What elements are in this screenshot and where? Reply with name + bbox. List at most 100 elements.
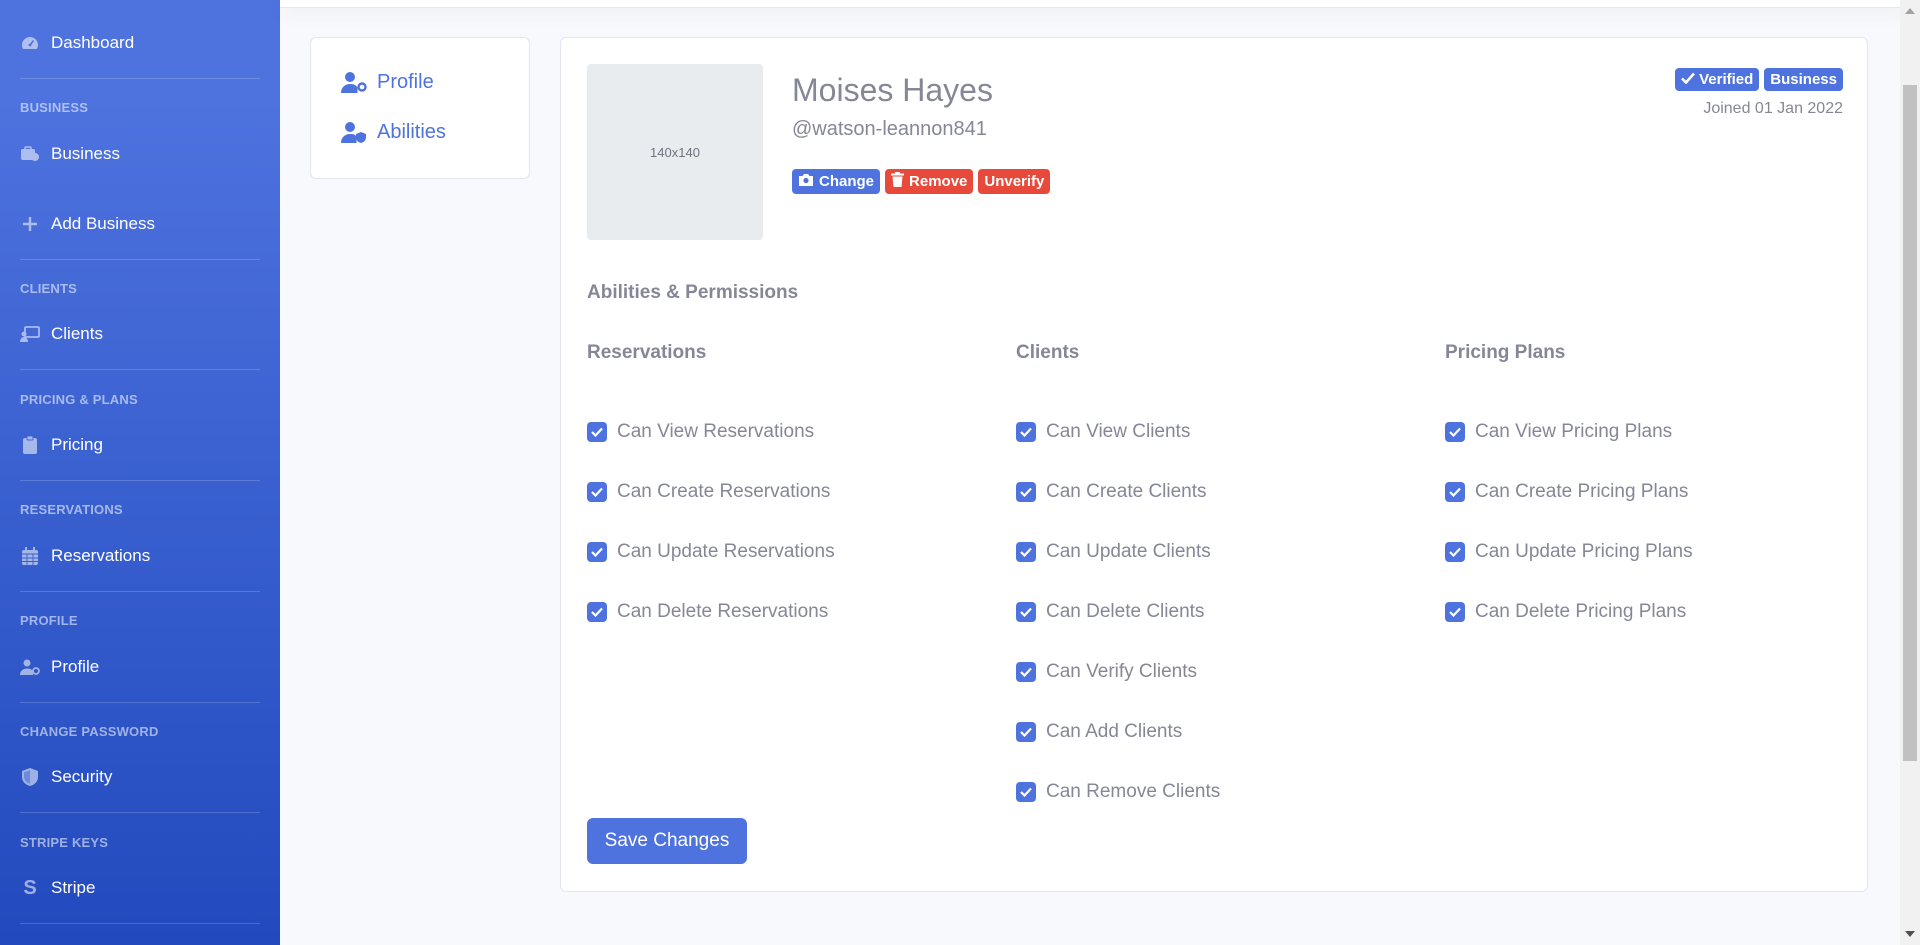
- permission-checkbox-row[interactable]: Can Update Reservations: [587, 522, 987, 582]
- sidebar-heading-reservations: RESERVATIONS: [20, 502, 123, 517]
- verified-badge: Verified: [1675, 68, 1760, 91]
- sidebar-heading-business: BUSINESS: [20, 100, 89, 115]
- verified-badge-label: Verified: [1699, 71, 1754, 88]
- permission-label: Can Delete Clients: [1046, 601, 1205, 622]
- checkbox-checked[interactable]: [1016, 722, 1036, 742]
- scrollbar[interactable]: [1900, 0, 1920, 945]
- sidebar-item-label: Profile: [51, 657, 100, 676]
- checkbox-checked[interactable]: [587, 602, 607, 622]
- tachometer-icon: [20, 33, 40, 53]
- avatar: 140x140: [587, 64, 763, 240]
- permission-checkbox-row[interactable]: Can View Reservations: [587, 402, 987, 462]
- change-photo-button[interactable]: Change: [792, 169, 881, 194]
- checkbox-checked[interactable]: [1016, 662, 1036, 682]
- divider: [20, 702, 260, 703]
- avatar-actions: Change Remove Unverify: [792, 169, 1051, 194]
- checkbox-checked[interactable]: [587, 422, 607, 442]
- sidebar-item-stripe[interactable]: S Stripe: [20, 877, 95, 899]
- divider: [20, 369, 260, 370]
- divider: [20, 480, 260, 481]
- sidebar-heading-clients: CLIENTS: [20, 281, 78, 296]
- permission-label: Can Create Reservations: [617, 481, 831, 502]
- checkbox-checked[interactable]: [1445, 482, 1465, 502]
- clipboard-icon: [20, 435, 40, 455]
- change-photo-label: Change: [819, 173, 875, 190]
- permissions-title: Abilities & Permissions: [587, 282, 799, 303]
- permission-checkbox-row[interactable]: Can Delete Clients: [1016, 582, 1416, 642]
- permission-checkbox-row[interactable]: Can Remove Clients: [1016, 762, 1416, 822]
- nav-link-abilities[interactable]: Abilities: [341, 120, 446, 144]
- joined-date: Joined 01 Jan 2022: [1703, 100, 1843, 117]
- role-badge-label: Business: [1770, 71, 1837, 88]
- sidebar-item-label: Dashboard: [51, 33, 135, 52]
- nav-link-profile[interactable]: Profile: [341, 70, 434, 94]
- divider: [20, 812, 260, 813]
- permission-checkbox-row[interactable]: Can Create Reservations: [587, 462, 987, 522]
- camera-icon: [798, 173, 814, 190]
- permission-label: Can Create Clients: [1046, 481, 1207, 502]
- unverify-button[interactable]: Unverify: [978, 169, 1051, 194]
- permission-checkbox-row[interactable]: Can Verify Clients: [1016, 642, 1416, 702]
- permission-checkbox-row[interactable]: Can View Clients: [1016, 402, 1416, 462]
- permission-checkbox-row[interactable]: Can View Pricing Plans: [1445, 402, 1845, 462]
- nav-link-label: Abilities: [377, 120, 446, 143]
- checkbox-checked[interactable]: [1445, 542, 1465, 562]
- chalkboard-user-icon: [20, 324, 40, 344]
- status-badges: Verified Business: [1675, 68, 1843, 91]
- permission-checkbox-row[interactable]: Can Create Pricing Plans: [1445, 462, 1845, 522]
- sidebar-item-label: Clients: [51, 324, 103, 343]
- unverify-label: Unverify: [984, 173, 1045, 190]
- user-detail-card: 140x140 Moises Hayes @watson-leannon841 …: [560, 37, 1868, 892]
- permission-checkbox-row[interactable]: Can Delete Pricing Plans: [1445, 582, 1845, 642]
- role-badge: Business: [1764, 68, 1843, 91]
- sidebar-item-reservations[interactable]: Reservations: [20, 546, 150, 566]
- settings-nav-card: Profile Abilities: [310, 37, 530, 179]
- checkbox-checked[interactable]: [1016, 602, 1036, 622]
- permission-checkbox-row[interactable]: Can Update Clients: [1016, 522, 1416, 582]
- permission-checkbox-row[interactable]: Can Create Clients: [1016, 462, 1416, 522]
- remove-photo-button[interactable]: Remove: [885, 169, 974, 194]
- permission-label: Can View Clients: [1046, 421, 1191, 442]
- user-gear-icon: [20, 657, 40, 677]
- permission-checkbox-row[interactable]: Can Delete Reservations: [587, 582, 987, 642]
- check-icon: [1681, 71, 1696, 88]
- sidebar-heading-profile: PROFILE: [20, 613, 78, 628]
- sidebar-item-business[interactable]: Business: [20, 144, 120, 164]
- divider: [20, 923, 260, 924]
- checkbox-checked[interactable]: [1016, 482, 1036, 502]
- checkbox-checked[interactable]: [1016, 782, 1036, 802]
- permission-label: Can Update Reservations: [617, 541, 835, 562]
- sidebar-item-clients[interactable]: Clients: [20, 324, 103, 344]
- checkbox-checked[interactable]: [587, 542, 607, 562]
- avatar-placeholder-text: 140x140: [650, 144, 700, 160]
- user-name: Moises Hayes: [792, 72, 993, 108]
- checkbox-checked[interactable]: [1016, 542, 1036, 562]
- remove-photo-label: Remove: [909, 173, 968, 190]
- sidebar-item-add-business[interactable]: Add Business: [20, 214, 155, 234]
- shield-icon: [20, 767, 40, 787]
- checkbox-checked[interactable]: [1445, 602, 1465, 622]
- checkbox-checked[interactable]: [1445, 422, 1465, 442]
- scroll-down-arrow-icon[interactable]: [1905, 931, 1915, 937]
- calendar-icon: [20, 546, 40, 566]
- sidebar-item-security[interactable]: Security: [20, 767, 112, 787]
- permission-column-title: Reservations: [587, 342, 707, 363]
- checkbox-checked[interactable]: [587, 482, 607, 502]
- scroll-up-arrow-icon[interactable]: [1905, 8, 1915, 14]
- sidebar-item-dashboard[interactable]: Dashboard: [20, 33, 134, 53]
- permission-label: Can Remove Clients: [1046, 781, 1221, 802]
- permission-label: Can Create Pricing Plans: [1475, 481, 1689, 502]
- sidebar-item-pricing[interactable]: Pricing: [20, 435, 103, 455]
- permission-checkbox-row[interactable]: Can Add Clients: [1016, 702, 1416, 762]
- sidebar-item-label: Reservations: [51, 546, 151, 565]
- permission-checkbox-row[interactable]: Can Update Pricing Plans: [1445, 522, 1845, 582]
- scrollbar-thumb[interactable]: [1903, 85, 1917, 761]
- sidebar-heading-stripe-keys: STRIPE KEYS: [20, 835, 109, 850]
- sidebar-item-profile[interactable]: Profile: [20, 657, 99, 677]
- user-gear-icon: [341, 70, 369, 94]
- trash-icon: [891, 172, 905, 191]
- checkbox-checked[interactable]: [1016, 422, 1036, 442]
- save-changes-button[interactable]: Save Changes: [587, 818, 747, 864]
- divider: [20, 591, 260, 592]
- sidebar-item-label: Add Business: [51, 214, 155, 233]
